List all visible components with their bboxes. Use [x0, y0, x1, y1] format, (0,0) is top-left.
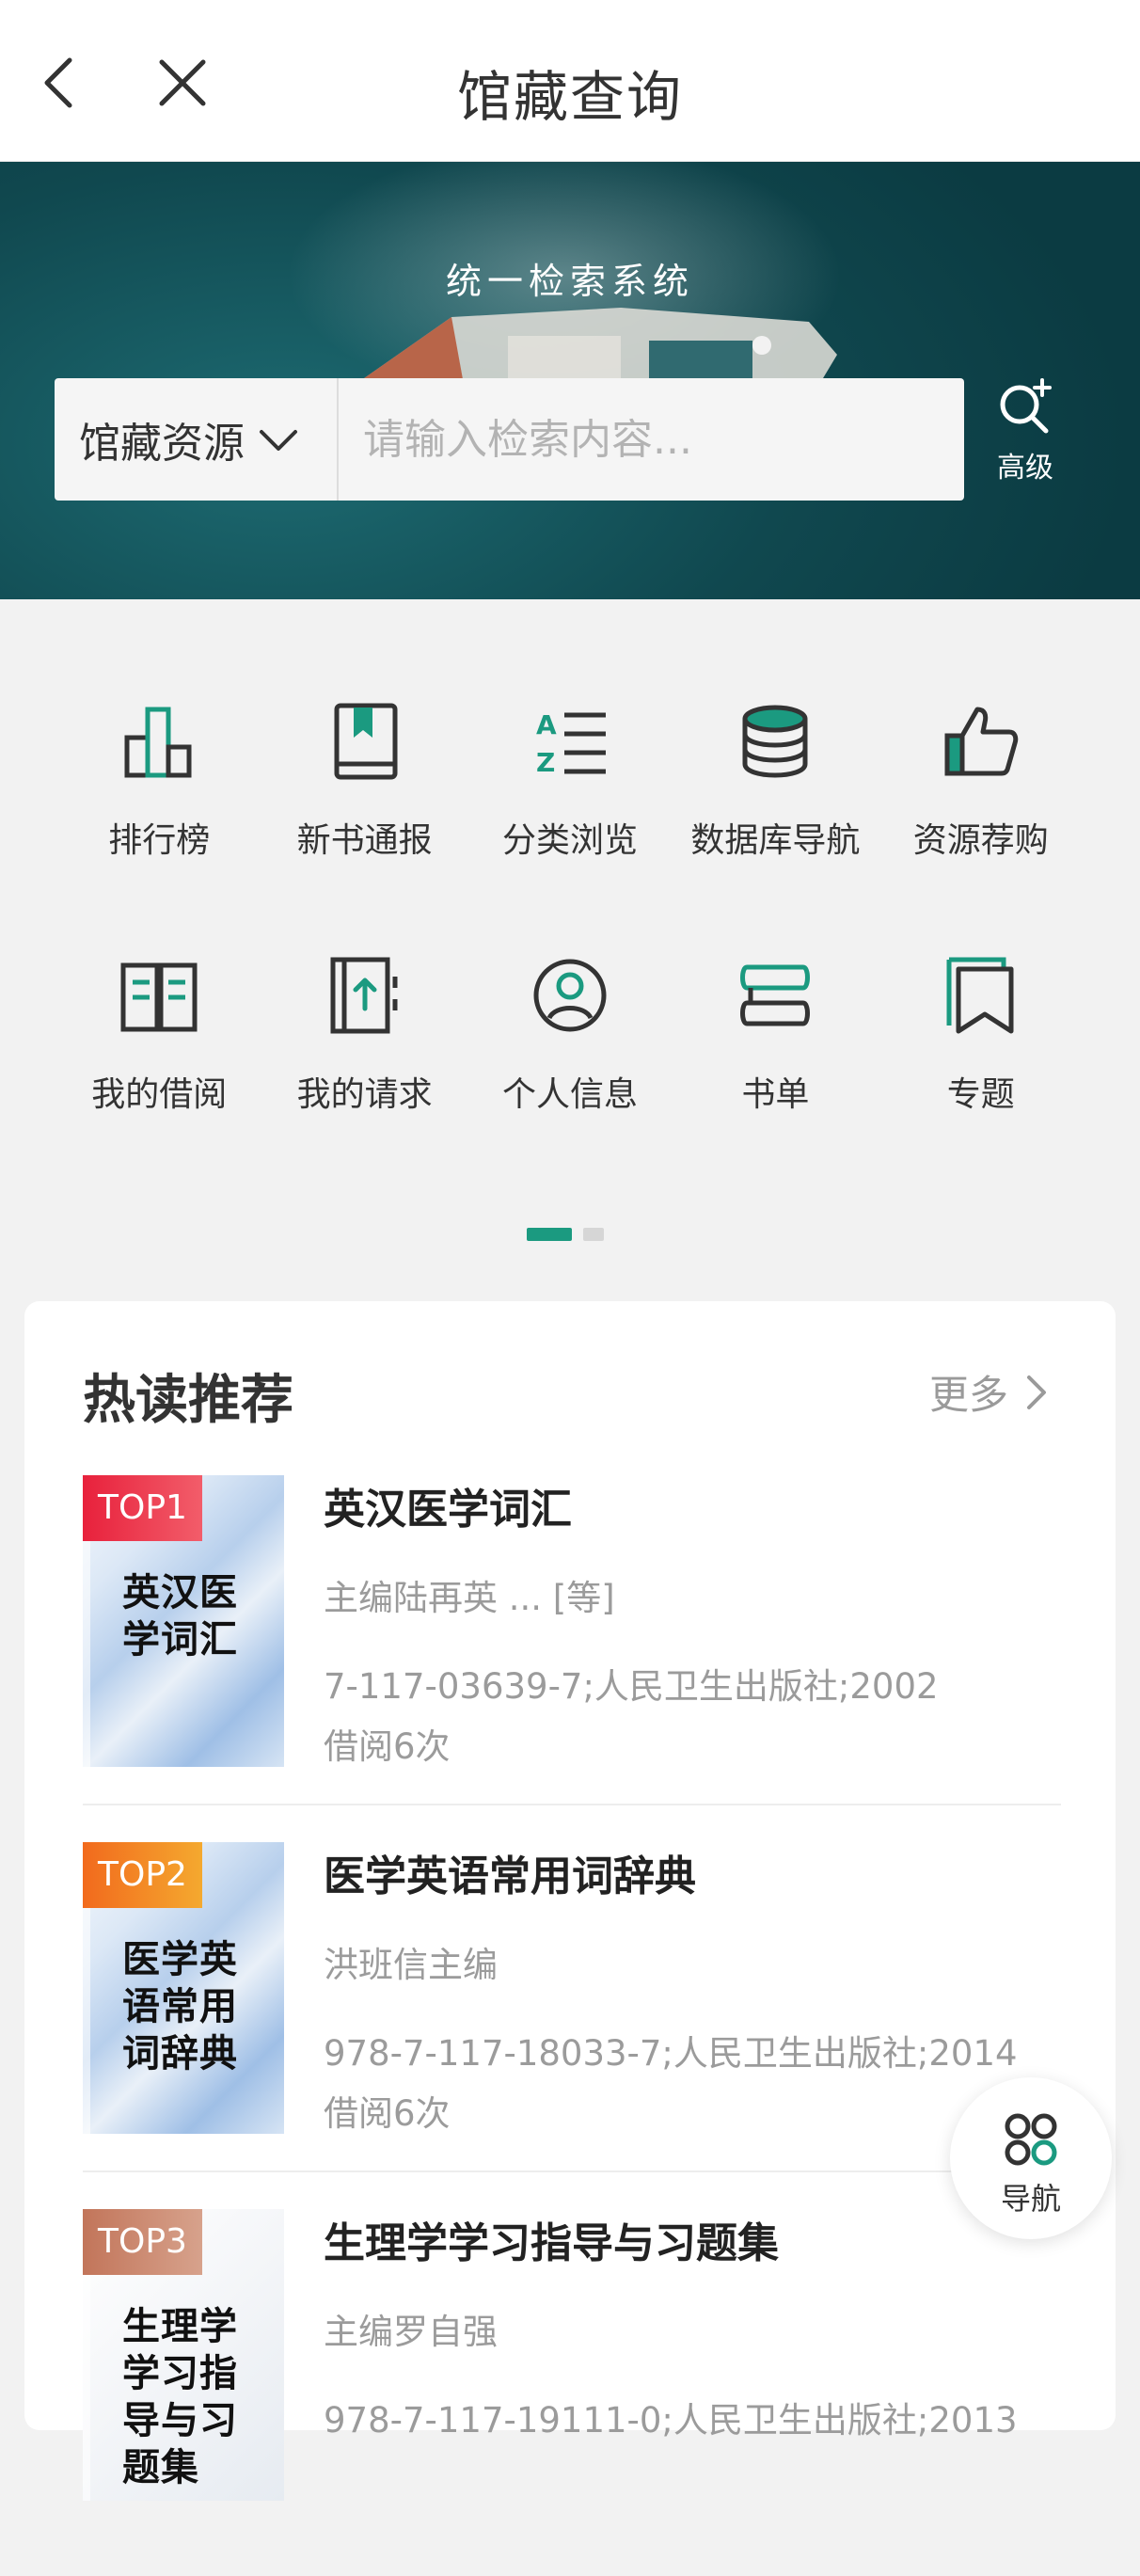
book-cover-title: 英汉医学词汇: [122, 1571, 238, 1662]
menu-item-label: 我的借阅: [91, 1075, 228, 1114]
book-author: 洪班信主编: [324, 1945, 498, 1985]
az-list-icon: A Z: [536, 709, 606, 778]
menu-item-recommend-purchase[interactable]: 资源荐购: [879, 696, 1084, 950]
floating-nav-button[interactable]: 导航: [950, 2077, 1112, 2239]
booklist-icon: [740, 964, 811, 1026]
menu-item-label: 我的请求: [296, 1075, 433, 1114]
book-info: 生理学学习指导与习题集 主编罗自强 978-7-117-19111-0;人民卫生…: [324, 2209, 1061, 2442]
hot-reading-card: 热读推荐 更多 英汉医学词汇 TOP1 英汉医学词汇 主编陆再英 ... [等]…: [24, 1301, 1116, 2501]
menu-row-2: 我的借阅 我的请求 个人信息 书单 专题: [56, 950, 1084, 1204]
menu-item-database-nav[interactable]: 数据库导航: [673, 696, 878, 950]
banner-subtitle: 统一检索系统: [445, 261, 694, 302]
bookmark-icon: [946, 957, 1014, 1034]
menu-item-my-requests[interactable]: 我的请求: [261, 950, 467, 1204]
menu-item-booklist[interactable]: 书单: [673, 950, 878, 1204]
menu-row-1: 排行榜 新书通报 A Z 分类浏览 数据库导航 资源荐购: [56, 696, 1084, 950]
divider: [83, 2171, 1061, 2172]
divider: [83, 1804, 1061, 1805]
advanced-search-label: 高级: [997, 452, 1053, 485]
menu-item-label: 资源荐购: [912, 821, 1049, 860]
menu-item-ranking[interactable]: 排行榜: [56, 696, 261, 950]
menu-item-label: 分类浏览: [501, 821, 638, 860]
svg-text:Z: Z: [536, 747, 555, 778]
navigation-grid-icon: [1005, 2113, 1057, 2166]
book-title: 医学英语常用词辞典: [324, 1852, 696, 1900]
page-dot[interactable]: [583, 1228, 604, 1241]
book-publication: 978-7-117-19111-0;人民卫生出版社;2013: [324, 2400, 1018, 2441]
user-circle-icon: [533, 959, 607, 1032]
menu-item-category-browse[interactable]: A Z 分类浏览: [467, 696, 673, 950]
menu-item-label: 数据库导航: [690, 821, 861, 860]
chevron-right-icon: [1027, 1375, 1046, 1409]
menu-item-label: 排行榜: [108, 821, 211, 860]
menu-item-label: 书单: [741, 1075, 810, 1114]
search-scope-label: 馆藏资源: [79, 420, 245, 468]
ranking-chart-icon: [124, 707, 192, 778]
menu-item-personal-info[interactable]: 个人信息: [467, 950, 673, 1204]
open-book-icon: [120, 962, 198, 1032]
floating-nav-label: 导航: [1000, 2181, 1061, 2217]
search-banner: 统一检索系统 馆藏资源 高级: [0, 162, 1140, 599]
chevron-down-icon: [260, 430, 297, 451]
menu-item-label: 个人信息: [501, 1075, 638, 1114]
rank-badge: TOP1: [83, 1475, 202, 1541]
search-input[interactable]: [339, 378, 964, 501]
book-author: 主编罗自强: [324, 2312, 498, 2352]
request-icon: [330, 957, 398, 1034]
page-title: 馆藏查询: [456, 65, 683, 129]
book-cover-title: 医学英语常用词辞典: [122, 1938, 238, 2075]
book-list-item[interactable]: 生理学学习指导与习题集 TOP3 生理学学习指导与习题集 主编罗自强 978-7…: [83, 2209, 1061, 2576]
book-title: 英汉医学词汇: [324, 1486, 572, 1534]
book-borrow-count: 借阅6次: [324, 1726, 451, 1767]
book-icon: [334, 703, 398, 780]
section-title: 热读推荐: [83, 1370, 293, 1431]
svg-text:A: A: [536, 709, 557, 740]
book-author: 主编陆再英 ... [等]: [324, 1578, 615, 1618]
advanced-search-button[interactable]: 高级: [988, 376, 1063, 499]
menu-item-my-borrowing[interactable]: 我的借阅: [56, 950, 261, 1204]
thumbs-up-icon: [944, 707, 1018, 776]
feature-menu-grid: 排行榜 新书通报 A Z 分类浏览 数据库导航 资源荐购 我的借阅 我的请求 个…: [56, 696, 1084, 1204]
search-bar: 馆藏资源: [55, 378, 964, 501]
rank-badge: TOP2: [83, 1842, 202, 1908]
more-label: 更多: [928, 1372, 1008, 1418]
book-list-item[interactable]: 英汉医学词汇 TOP1 英汉医学词汇 主编陆再英 ... [等] 7-117-0…: [83, 1475, 1061, 1842]
search-scope-dropdown[interactable]: 馆藏资源: [55, 378, 339, 501]
book-publication: 978-7-117-18033-7;人民卫生出版社;2014: [324, 2033, 1018, 2074]
advanced-search-icon: [1000, 378, 1052, 434]
menu-item-label: 新书通报: [296, 821, 433, 860]
rank-badge: TOP3: [83, 2209, 202, 2275]
menu-item-special-topics[interactable]: 专题: [879, 950, 1084, 1204]
menu-page-indicator: [527, 1228, 604, 1241]
book-publication: 7-117-03639-7;人民卫生出版社;2002: [324, 1666, 939, 1707]
book-list-item[interactable]: 医学英语常用词辞典 TOP2 医学英语常用词辞典 洪班信主编 978-7-117…: [83, 1842, 1061, 2209]
menu-item-new-books[interactable]: 新书通报: [261, 696, 467, 950]
menu-item-label: 专题: [946, 1075, 1015, 1114]
book-info: 英汉医学词汇 主编陆再英 ... [等] 7-117-03639-7;人民卫生出…: [324, 1475, 1061, 1769]
top-nav-bar: 馆藏查询: [0, 0, 1140, 162]
page-dot-active[interactable]: [527, 1228, 572, 1241]
more-link[interactable]: 更多: [929, 1363, 1050, 1421]
book-cover-title: 生理学学习指导与习题集: [122, 2305, 238, 2489]
database-icon: [742, 705, 808, 778]
